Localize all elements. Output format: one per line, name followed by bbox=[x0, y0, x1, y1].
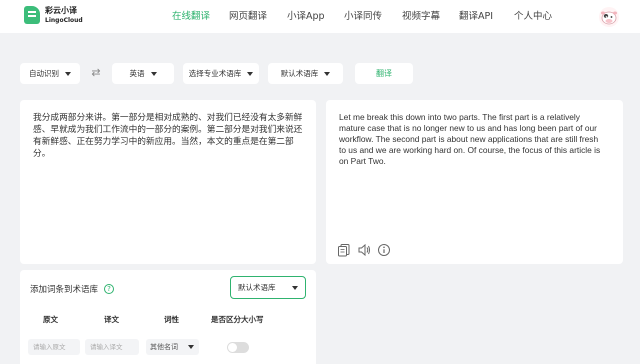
glossary-source-input[interactable]: 请输入原文 bbox=[28, 339, 80, 355]
column-case-sensitive: 是否区分大小写 bbox=[211, 315, 264, 324]
question-icon[interactable]: ? bbox=[104, 284, 115, 294]
info-icon[interactable] bbox=[377, 243, 391, 257]
source-text[interactable]: 我分成两部分来讲。第一部分是相对成熟的、对我们已经没有太多新鲜感、早就成为我们工… bbox=[33, 112, 303, 160]
logo-name: 彩云小译 bbox=[45, 5, 77, 15]
case-sensitive-toggle[interactable] bbox=[227, 342, 249, 353]
nav-online-translate[interactable]: 在线翻译 bbox=[172, 0, 229, 33]
top-header: 彩云小译 LingoCloud 在线翻译 网页翻译 小译App 小译同传 视频字… bbox=[0, 0, 640, 33]
nav-personal-center[interactable]: 个人中心 bbox=[514, 0, 564, 33]
speaker-icon[interactable] bbox=[357, 243, 371, 257]
chevron-down-icon bbox=[247, 71, 254, 76]
glossary-target-input[interactable]: 请输入译文 bbox=[85, 339, 139, 355]
source-language-value: 自动识别 bbox=[29, 69, 59, 78]
source-panel[interactable]: 我分成两部分来讲。第一部分是相对成熟的、对我们已经没有太多新鲜感、早就成为我们工… bbox=[20, 100, 316, 264]
nav-api[interactable]: 翻译API bbox=[459, 0, 514, 33]
column-translation: 译文 bbox=[104, 315, 119, 324]
glossary-heading: 添加词条到术语库 ? bbox=[30, 283, 115, 295]
glossary-library-value: 默认术语库 bbox=[238, 283, 276, 292]
nav-simultaneous[interactable]: 小译同传 bbox=[344, 0, 402, 33]
translation-text: Let me break this down into two parts. T… bbox=[339, 112, 601, 166]
result-tools bbox=[337, 243, 397, 257]
glossary-title: 添加词条到术语库 bbox=[30, 285, 99, 295]
chevron-down-icon bbox=[150, 71, 157, 76]
avatar[interactable] bbox=[599, 7, 619, 27]
logo-english-name: LingoCloud bbox=[45, 16, 83, 24]
target-language-select[interactable]: 英语 bbox=[112, 63, 174, 84]
domain-glossary-value: 选择专业术语库 bbox=[188, 69, 242, 78]
target-language-value: 英语 bbox=[129, 69, 145, 78]
nav-video-subtitles[interactable]: 视频字幕 bbox=[402, 0, 459, 33]
logo-icon bbox=[24, 6, 40, 24]
cow-avatar-icon bbox=[601, 11, 617, 25]
chevron-down-icon bbox=[65, 71, 71, 76]
logo[interactable]: 彩云小译 LingoCloud bbox=[24, 6, 83, 24]
glossary-panel: 添加词条到术语库 ? 默认术语库 原文 译文 词性 是否区分大小写 请输入原文 … bbox=[20, 270, 316, 364]
glossary-library-select[interactable]: 默认术语库 bbox=[230, 276, 306, 299]
column-source: 原文 bbox=[43, 315, 58, 324]
part-of-speech-select[interactable]: 其他名词 bbox=[146, 339, 199, 355]
part-of-speech-value: 其他名词 bbox=[150, 343, 178, 351]
source-language-select[interactable]: 自动识别 bbox=[20, 63, 80, 84]
copy-icon[interactable] bbox=[337, 243, 351, 257]
term-library-value: 默认术语库 bbox=[280, 69, 319, 78]
column-part-of-speech: 词性 bbox=[164, 315, 179, 324]
nav-web-translate[interactable]: 网页翻译 bbox=[229, 0, 287, 33]
main-nav: 在线翻译 网页翻译 小译App 小译同传 视频字幕 翻译API 个人中心 bbox=[172, 0, 564, 33]
chevron-down-icon bbox=[324, 71, 331, 76]
nav-app[interactable]: 小译App bbox=[287, 0, 344, 33]
translate-button[interactable]: 翻译 bbox=[355, 63, 413, 84]
chevron-down-icon bbox=[188, 345, 194, 349]
target-panel: Let me break this down into two parts. T… bbox=[326, 100, 623, 264]
term-library-select[interactable]: 默认术语库 bbox=[268, 63, 343, 84]
domain-glossary-select[interactable]: 选择专业术语库 bbox=[183, 63, 259, 84]
swap-arrows-icon[interactable]: ⇄ bbox=[89, 67, 103, 79]
chevron-down-icon bbox=[292, 286, 298, 290]
